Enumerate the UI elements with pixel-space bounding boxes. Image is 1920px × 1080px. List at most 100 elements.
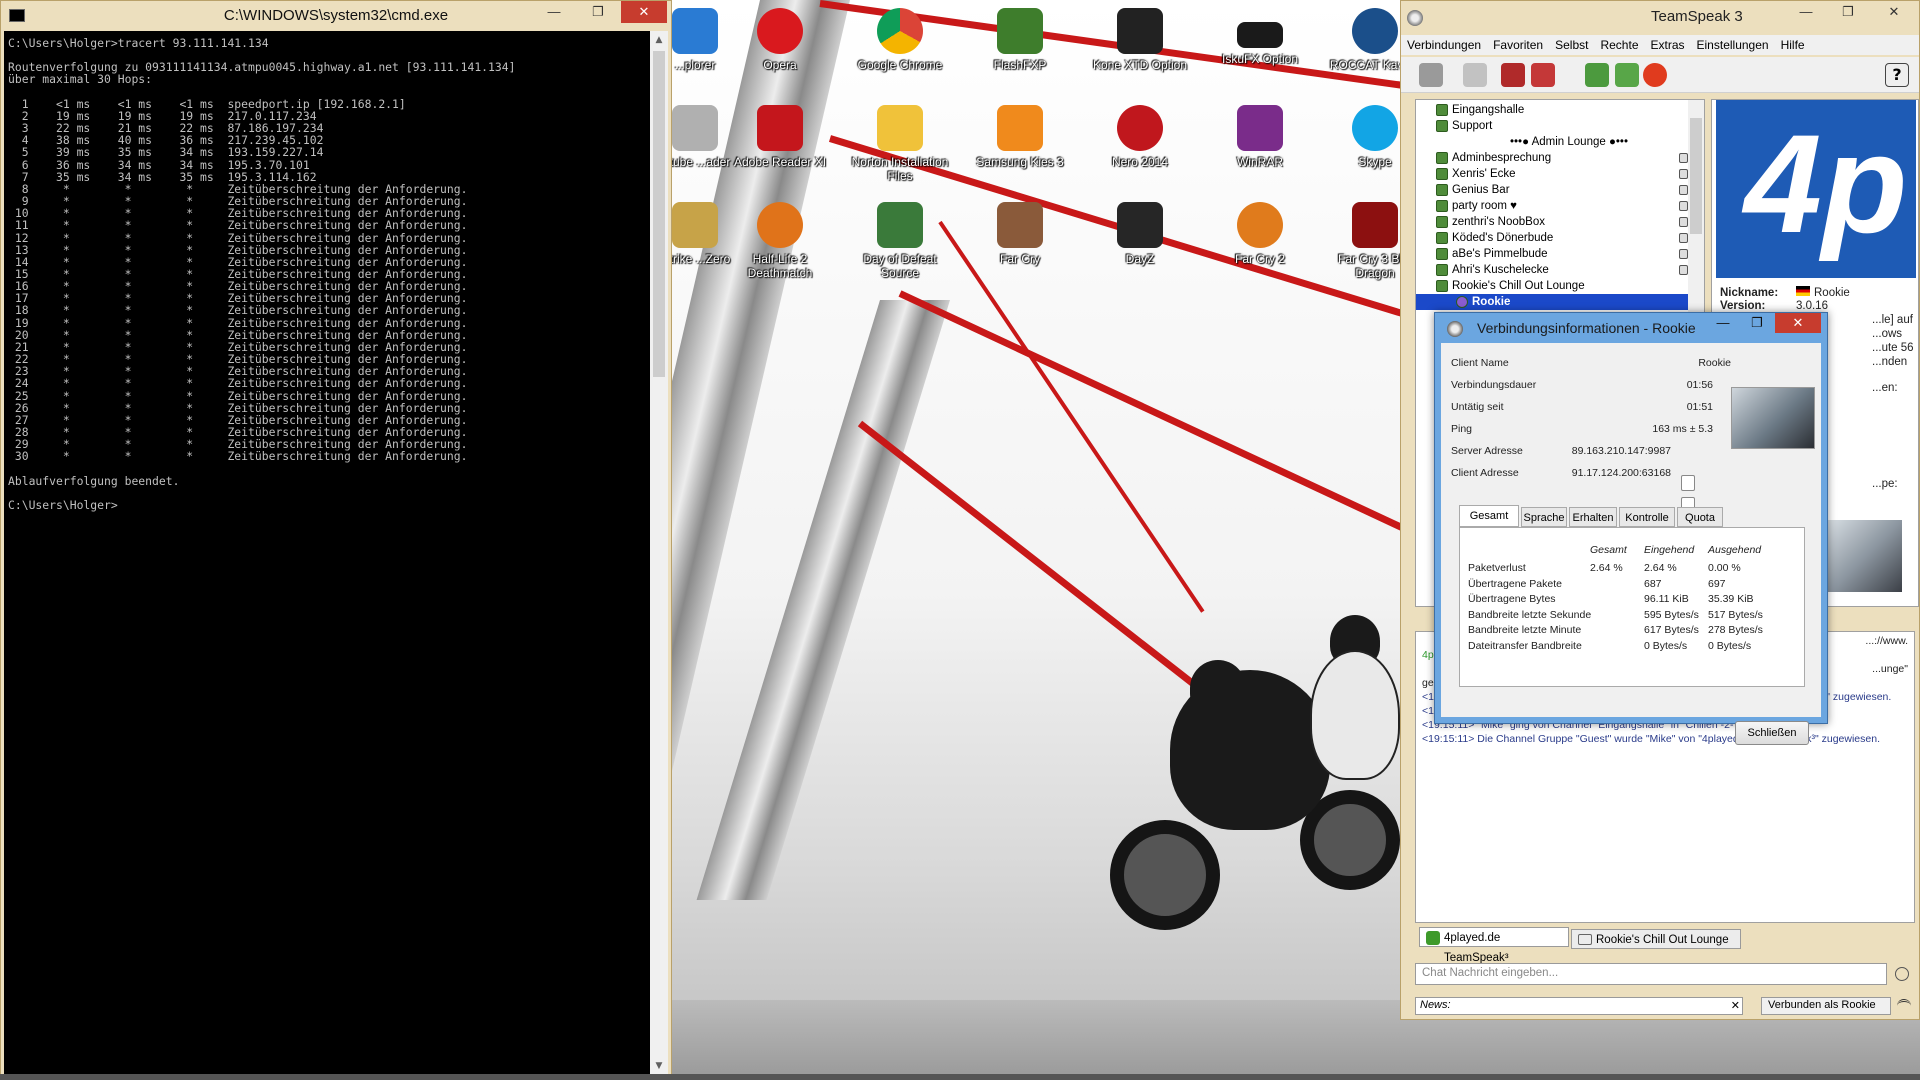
close-button[interactable]: ✕ — [1775, 313, 1821, 333]
channel-item[interactable]: Genius Bar — [1416, 182, 1704, 198]
maximize-button[interactable]: ❐ — [581, 1, 615, 23]
menu-favoriten[interactable]: Favoriten — [1487, 35, 1549, 52]
contacts-icon[interactable] — [1615, 63, 1639, 87]
info-partial: ...ute 56 — [1872, 342, 1914, 354]
scroll-thumb[interactable] — [653, 51, 665, 377]
emoticon-icon[interactable] — [1895, 967, 1909, 981]
channel-item[interactable]: aBe's Pimmelbude — [1416, 246, 1704, 262]
cmd-window[interactable]: C:\WINDOWS\system32\cmd.exe — ❐ ✕ C:\Use… — [0, 0, 672, 1080]
teamspeak-titlebar[interactable]: TeamSpeak 3 — ❐ ✕ — [1401, 1, 1919, 33]
tab-kontrolle[interactable]: Kontrolle — [1619, 507, 1675, 527]
version-value: 3.0.16 — [1796, 300, 1828, 312]
tab-sprache[interactable]: Sprache — [1521, 507, 1567, 527]
minimize-button[interactable]: — — [537, 1, 571, 23]
menu-einstellungen[interactable]: Einstellungen — [1691, 35, 1775, 52]
mute-speakers-icon[interactable] — [1531, 63, 1555, 87]
maximize-button[interactable]: ❐ — [1831, 1, 1865, 23]
info-label: Verbindungsdauer — [1451, 379, 1537, 391]
lock-icon — [1679, 249, 1688, 259]
desktop-icon-far-cry[interactable]: Far Cry — [965, 202, 1075, 266]
help-icon[interactable]: ? — [1885, 63, 1909, 87]
chat-placeholder: Chat Nachricht eingeben... — [1422, 967, 1559, 979]
lock-icon — [1679, 169, 1688, 179]
channel-item[interactable]: zenthri's NoobBox — [1416, 214, 1704, 230]
close-button[interactable]: ✕ — [1877, 1, 1911, 23]
menu-extras[interactable]: Extras — [1645, 35, 1691, 52]
chat-input[interactable]: Chat Nachricht eingeben... — [1415, 963, 1887, 985]
tab-quota[interactable]: Quota — [1677, 507, 1723, 527]
dialog-titlebar[interactable]: Verbindungsinformationen - Rookie — ❐ ✕ — [1435, 313, 1827, 343]
desktop-icon-half-life-2[interactable]: Half-Life 2 Deathmatch — [725, 202, 835, 280]
scroll-down-icon[interactable]: ▼ — [650, 1057, 668, 1075]
channel-item[interactable]: Köded's Dönerbude — [1416, 230, 1704, 246]
stat-ausgehend: 697 — [1708, 577, 1726, 590]
info-label: Server Adresse — [1451, 445, 1523, 457]
capture-icon[interactable] — [1643, 63, 1667, 87]
desktop-icon-far-cry-2[interactable]: Far Cry 2 — [1205, 202, 1315, 266]
info-partial: ...le] auf — [1872, 314, 1913, 326]
channel-item[interactable]: Xenris' Ecke — [1416, 166, 1704, 182]
menu-hilfe[interactable]: Hilfe — [1775, 35, 1811, 52]
scroll-up-icon[interactable]: ▲ — [650, 31, 668, 49]
downloader-icon — [672, 105, 718, 151]
connect-icon[interactable] — [1419, 63, 1443, 87]
lambda-icon — [757, 202, 803, 248]
info-label: Untätig seit — [1451, 401, 1504, 413]
maximize-button[interactable]: ❐ — [1741, 313, 1773, 333]
connection-info-dialog[interactable]: Verbindungsinformationen - Rookie — ❐ ✕ … — [1434, 312, 1828, 745]
teamspeak-title: TeamSpeak 3 — [1651, 8, 1743, 25]
desktop-icon-opera[interactable]: Opera — [725, 8, 835, 72]
console-output[interactable]: C:\Users\Holger>tracert 93.111.141.134 R… — [4, 31, 650, 1075]
info-label: Client Adresse — [1451, 467, 1519, 479]
client-avatar — [1731, 387, 1815, 449]
desktop-icon-google-chrome[interactable]: Google Chrome — [845, 8, 955, 72]
menu-verbindungen[interactable]: Verbindungen — [1401, 35, 1487, 52]
channel-icon — [1436, 184, 1448, 196]
copy-icon[interactable] — [1681, 475, 1695, 491]
tab-gesamt[interactable]: Gesamt — [1459, 505, 1519, 527]
desktop-icon-flashfxp[interactable]: FlashFXP — [965, 8, 1075, 72]
channel-item[interactable]: Support — [1416, 118, 1704, 134]
close-button[interactable]: ✕ — [621, 1, 667, 23]
mute-microphone-icon[interactable] — [1501, 63, 1525, 87]
channel-item[interactable]: Rookie's Chill Out Lounge — [1416, 278, 1704, 294]
menu-rechte[interactable]: Rechte — [1594, 35, 1644, 52]
desktop-icon-winrar[interactable]: WinRAR — [1205, 105, 1315, 169]
desktop-icon-norton-files[interactable]: Norton Installation Files — [845, 105, 955, 183]
close-news-icon[interactable]: ✕ — [1731, 999, 1740, 1012]
teamspeak-icon — [1447, 321, 1463, 337]
channel-item[interactable]: Eingangshalle — [1416, 102, 1704, 118]
desktop-icon-isku[interactable]: IskuFX Option — [1205, 8, 1315, 66]
stat-label: Paketverlust — [1468, 562, 1526, 574]
tab-server[interactable]: 4played.de TeamSpeak³ — [1419, 927, 1569, 964]
close-dialog-button[interactable]: Schließen — [1735, 721, 1809, 745]
channel-item[interactable]: Adminbesprechung — [1416, 150, 1704, 166]
menu-selbst[interactable]: Selbst — [1549, 35, 1594, 52]
desktop-icon-dayz[interactable]: DayZ — [1085, 202, 1195, 266]
stat-gesamt: 2.64 % — [1590, 562, 1623, 574]
client-entry[interactable]: Rookie — [1416, 294, 1704, 310]
minimize-button[interactable]: — — [1707, 313, 1739, 333]
desktop-icon-nero[interactable]: Nero 2014 — [1085, 105, 1195, 169]
disconnect-icon[interactable] — [1463, 63, 1487, 87]
cmd-titlebar[interactable]: C:\WINDOWS\system32\cmd.exe — ❐ ✕ — [1, 1, 671, 31]
channel-label: party room ♥ — [1452, 200, 1517, 212]
desktop-icon-adobe-reader[interactable]: Adobe Reader XI — [725, 105, 835, 169]
desktop-icon-day-of-defeat[interactable]: Day of Defeat Source — [845, 202, 955, 280]
away-icon[interactable] — [1585, 63, 1609, 87]
bridge-cable — [898, 290, 1410, 534]
minimize-button[interactable]: — — [1789, 1, 1823, 23]
tab-channel[interactable]: Rookie's Chill Out Lounge — [1571, 929, 1741, 949]
tab-erhalten[interactable]: Erhalten — [1569, 507, 1617, 527]
console-scrollbar[interactable]: ▲ ▼ — [650, 31, 668, 1075]
version-row: Version: 3.0.16 — [1720, 300, 1828, 312]
chat-bubble-icon — [1578, 934, 1592, 945]
scroll-thumb[interactable] — [1690, 118, 1702, 234]
channel-item[interactable]: •••● Admin Lounge ●••• — [1416, 134, 1704, 150]
skype-icon — [1352, 105, 1398, 151]
channel-label: Köded's Dönerbude — [1452, 232, 1554, 244]
desktop-icon-samsung-kies[interactable]: Samsung Kies 3 — [965, 105, 1075, 169]
channel-item[interactable]: Ahri's Kuschelecke — [1416, 262, 1704, 278]
desktop-icon-kone-xtd[interactable]: Kone XTD Option — [1085, 8, 1195, 72]
channel-item[interactable]: party room ♥ — [1416, 198, 1704, 214]
